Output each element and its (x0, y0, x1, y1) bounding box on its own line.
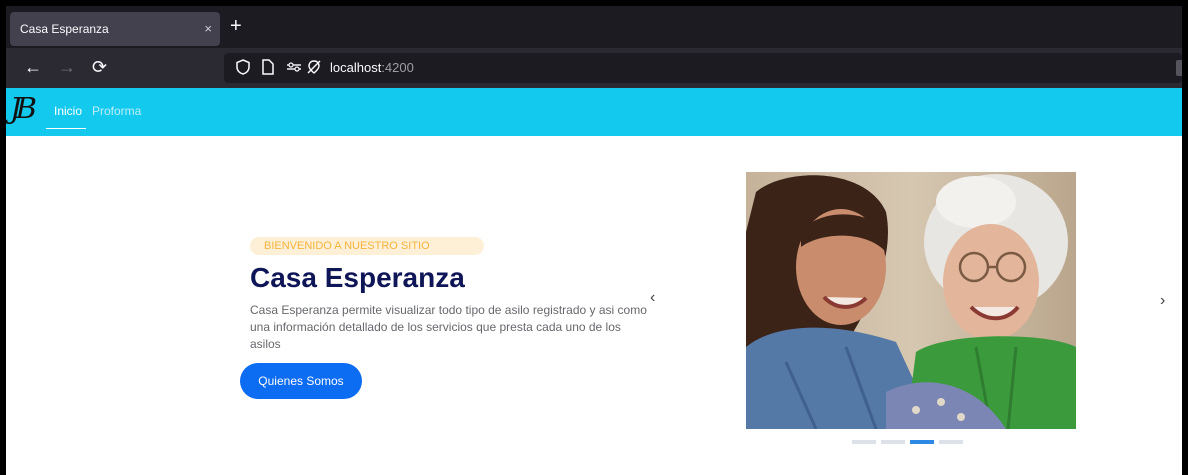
carousel-indicator-3[interactable] (910, 440, 934, 444)
carousel-indicator-4[interactable] (939, 440, 963, 444)
browser-tab[interactable]: Casa Esperanza × (10, 12, 220, 46)
url-port: :4200 (381, 60, 414, 75)
location-blocked-icon[interactable] (306, 59, 322, 79)
quienes-somos-button[interactable]: Quienes Somos (240, 363, 362, 399)
tab-strip: Casa Esperanza × + (6, 6, 1182, 48)
back-arrow-icon[interactable]: ← (24, 56, 42, 78)
carousel-indicators (852, 440, 963, 444)
carousel-indicator-2[interactable] (881, 440, 905, 444)
nav-link-proforma[interactable]: Proforma (92, 104, 141, 118)
navigation-toolbar: ← → ⟳ localhost:4200 (6, 48, 1182, 88)
carousel-prev-icon[interactable]: ‹ (650, 289, 655, 307)
hero-title: Casa Esperanza (250, 262, 465, 293)
permissions-icon[interactable] (286, 59, 302, 79)
url-text[interactable]: localhost:4200 (330, 60, 414, 75)
url-host: localhost (330, 60, 382, 75)
forward-arrow-icon[interactable]: → (58, 56, 76, 78)
toolbar-edge (1176, 60, 1182, 76)
hero-photo (746, 172, 1076, 429)
site-logo[interactable]: JB (10, 91, 37, 125)
hero-description: Casa Esperanza permite visualizar todo t… (250, 303, 647, 351)
carousel-next-icon[interactable]: › (1160, 292, 1165, 310)
site-header: JB Inicio Proforma (6, 88, 1182, 136)
active-link-underline (46, 128, 86, 129)
welcome-tagline: BIENVENIDO A NUESTRO SITIO (250, 237, 484, 255)
new-tab-button[interactable]: + (230, 16, 242, 36)
tab-title: Casa Esperanza (20, 22, 109, 36)
shield-icon[interactable] (236, 59, 250, 79)
carousel-indicator-1[interactable] (852, 440, 876, 444)
address-bar[interactable]: localhost:4200 (224, 53, 1182, 83)
nav-link-inicio[interactable]: Inicio (54, 104, 82, 118)
close-tab-icon[interactable]: × (204, 21, 212, 36)
browser-window: Casa Esperanza × + ← → ⟳ localhost:4200 (6, 6, 1182, 475)
reload-icon[interactable]: ⟳ (92, 56, 107, 78)
page-icon[interactable] (262, 59, 274, 79)
